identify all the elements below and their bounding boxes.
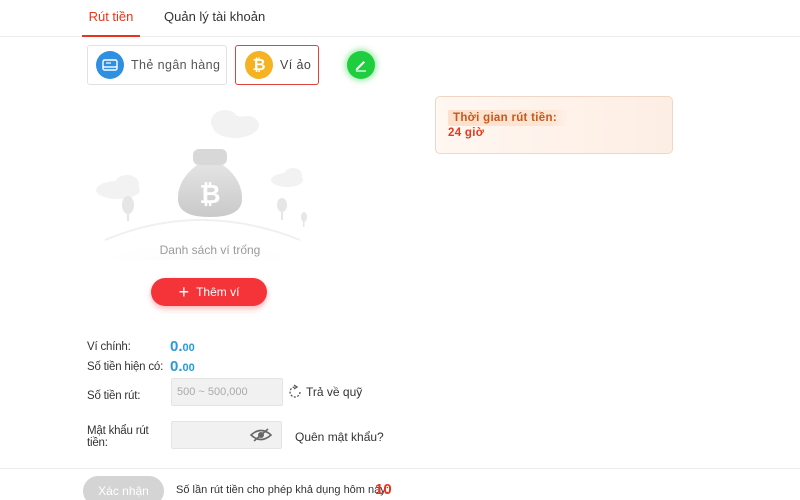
available-amount-label: Số tiền hiện có: [87, 361, 164, 373]
daily-withdraw-limit-count: 10 [375, 481, 392, 498]
add-wallet-label: Thêm ví [196, 285, 240, 299]
withdraw-amount-label: Số tiền rút: [87, 390, 141, 402]
top-tabs: Rút tiền Quản lý tài khoản [0, 0, 800, 37]
bank-card-label: Thẻ ngân hàng [131, 58, 221, 72]
withdraw-password-label: Mật khẩu rút tiền: [87, 425, 149, 449]
daily-withdraw-limit-text: Số lần rút tiền cho phép khả dụng hôm na… [176, 484, 389, 496]
crypto-wallet-method-button[interactable]: ₿ Ví ảo [235, 45, 319, 85]
bank-card-method-button[interactable]: Thẻ ngân hàng [87, 45, 227, 85]
return-to-fund-link[interactable]: Trả về quỹ [287, 384, 362, 400]
tab-withdraw[interactable]: Rút tiền [82, 0, 140, 37]
available-amount: 0.00 [170, 358, 195, 375]
svg-text:₿: ₿ [199, 180, 220, 210]
pencil-icon [355, 61, 366, 72]
withdraw-time-label: Thời gian rút tiền: [448, 110, 569, 126]
forgot-password-link[interactable]: Quên mật khẩu? [295, 430, 384, 444]
bank-card-icon [96, 51, 124, 79]
edit-wallet-button[interactable] [347, 51, 375, 79]
eye-off-icon[interactable] [250, 428, 272, 442]
withdraw-amount-input[interactable]: 500 ~ 500,000 [171, 378, 283, 406]
empty-wallet-text: Danh sách ví trống [159, 243, 261, 257]
add-wallet-button[interactable]: + Thêm ví [151, 278, 267, 306]
empty-wallet-illustration: ₿ [90, 110, 310, 260]
withdraw-time-value: 24 giờ [448, 127, 485, 139]
main-wallet-amount: 0.00 [170, 338, 195, 355]
withdraw-time-notice: Thời gian rút tiền: 24 giờ [435, 96, 673, 154]
crypto-wallet-label: Ví ảo [280, 58, 312, 72]
bitcoin-icon: ₿ [245, 51, 273, 79]
return-to-fund-label: Trả về quỹ [306, 385, 363, 399]
footer-divider [0, 468, 800, 469]
refresh-icon [289, 384, 301, 398]
confirm-button[interactable]: Xác nhận [83, 476, 164, 500]
plus-icon: + [178, 282, 190, 302]
tab-account-management[interactable]: Quản lý tài khoản [164, 0, 265, 37]
main-wallet-label: Ví chính: [87, 341, 131, 353]
